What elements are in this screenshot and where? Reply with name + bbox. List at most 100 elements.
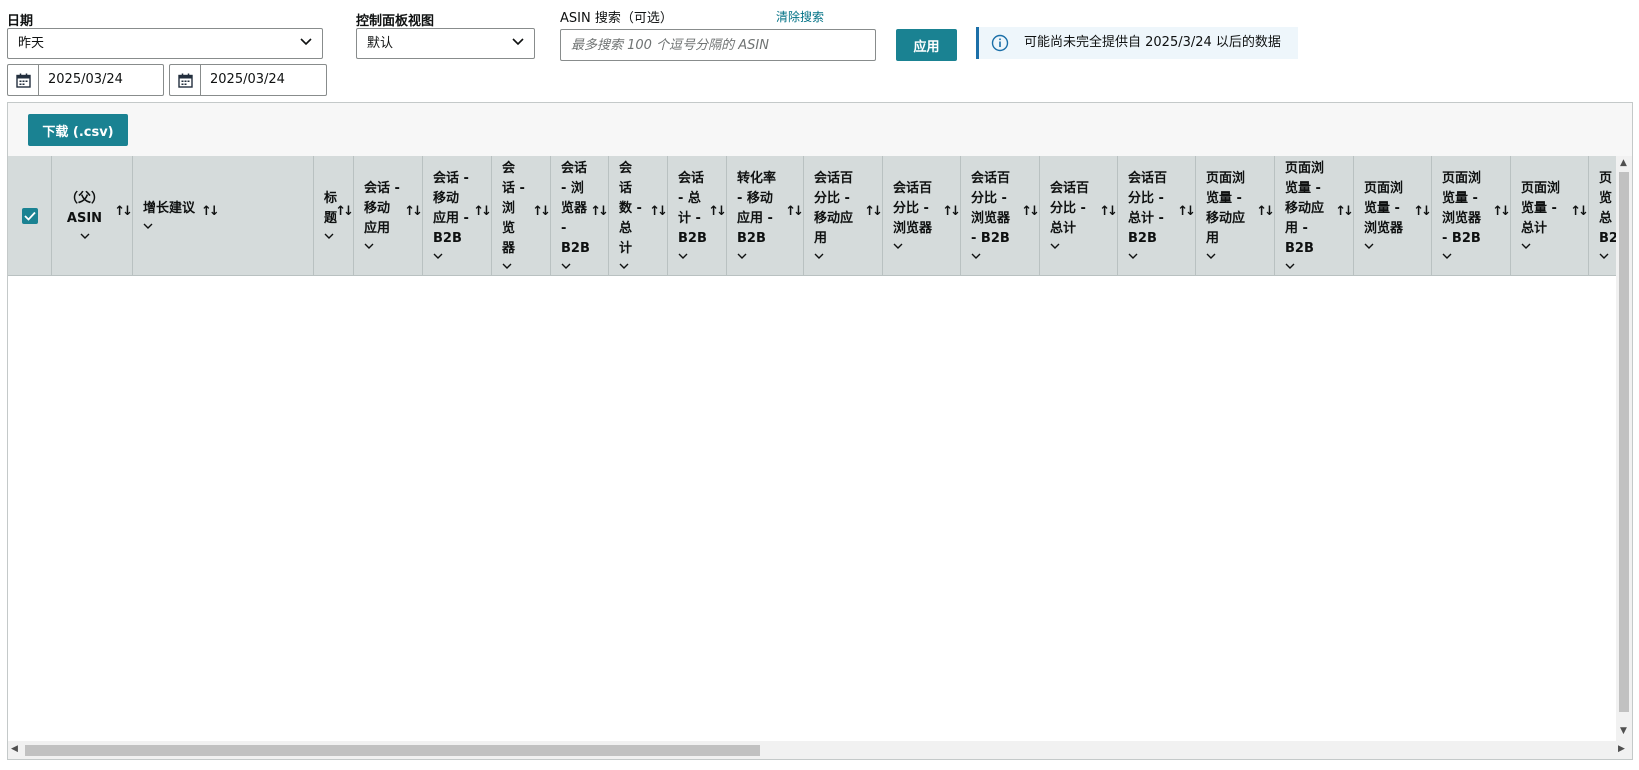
checkmark-icon — [24, 211, 36, 221]
sort-icon[interactable]: ↑↓ — [335, 204, 354, 219]
date-range-value: 昨天 — [18, 36, 45, 51]
column-header-label: 会话 - 移动 应用 - B2B — [433, 171, 469, 246]
chevron-down-icon[interactable] — [433, 253, 443, 259]
column-header[interactable]: （父） ASIN ↑↓ — [52, 156, 133, 276]
sort-icon[interactable]: ↑↓ — [1021, 204, 1040, 219]
chevron-down-icon[interactable] — [1521, 243, 1531, 249]
sort-icon[interactable]: ↑↓ — [708, 204, 727, 219]
column-header[interactable]: 会 话 数 - 总 计 ↑↓ — [609, 156, 668, 276]
chevron-down-icon — [300, 38, 312, 46]
column-header-label: 转化率 - 移动 应用 - B2B — [737, 171, 777, 246]
chevron-down-icon[interactable] — [1128, 253, 1138, 259]
sort-icon[interactable]: ↑↓ — [532, 204, 551, 219]
column-header[interactable]: 会话 - 移动 应用 ↑↓ — [354, 156, 423, 276]
column-header[interactable]: 会话 - 浏 览器 - B2B ↑↓ — [551, 156, 609, 276]
horizontal-scroll-thumb[interactable] — [25, 745, 760, 756]
column-header-label: 会话百 分比 - 移动应 用 — [814, 171, 854, 246]
chevron-down-icon[interactable] — [80, 233, 90, 239]
sort-icon[interactable]: ↑↓ — [1492, 204, 1511, 219]
chevron-down-icon[interactable] — [737, 253, 747, 259]
chevron-down-icon[interactable] — [1442, 253, 1452, 259]
select-all-header — [8, 156, 52, 276]
column-header-label: （父） ASIN — [64, 191, 104, 226]
sort-icon[interactable]: ↑↓ — [404, 204, 423, 219]
chevron-down-icon[interactable] — [143, 223, 153, 229]
horizontal-scrollbar[interactable]: ◀ ▶ — [8, 741, 1632, 759]
start-date-field[interactable]: 2025/03/24 — [7, 64, 164, 96]
column-header[interactable]: 会话百 分比 - 浏览器 - B2B ↑↓ — [961, 156, 1040, 276]
scroll-left-arrow-icon[interactable]: ◀ — [11, 744, 18, 754]
date-range-select[interactable]: 昨天 — [7, 28, 323, 59]
column-header[interactable]: 会话 - 移动 应用 - B2B ↑↓ — [423, 156, 492, 276]
column-header[interactable]: 会话百 分比 - 总计 - B2B ↑↓ — [1118, 156, 1196, 276]
column-header-label: 页面浏 览量 - 浏览器 - B2B — [1442, 171, 1482, 246]
info-notice-text: 可能尚未完全提供自 2025/3/24 以后的数据 — [1024, 35, 1281, 50]
column-header-label: 会话百 分比 - 浏览器 - B2B — [971, 171, 1011, 246]
column-header[interactable]: 会话百 分比 - 浏览器 ↑↓ — [883, 156, 961, 276]
scroll-right-arrow-icon[interactable]: ▶ — [1618, 744, 1625, 754]
apply-button[interactable]: 应用 — [896, 29, 957, 61]
column-header[interactable]: 页面浏 览量 - 浏览器 ↑↓ — [1354, 156, 1432, 276]
sort-icon[interactable]: ↑↓ — [1177, 204, 1196, 219]
chevron-down-icon[interactable] — [1364, 243, 1374, 249]
dashboard-view-select[interactable]: 默认 — [356, 28, 535, 59]
sort-icon[interactable]: ↑↓ — [1570, 204, 1589, 219]
column-header-label: 会话百 分比 - 总计 — [1050, 181, 1090, 236]
calendar-icon[interactable] — [170, 65, 201, 95]
chevron-down-icon[interactable] — [678, 253, 688, 259]
scroll-up-arrow-icon[interactable]: ▲ — [1620, 158, 1627, 168]
vertical-scrollbar[interactable]: ▲ ▼ — [1616, 156, 1632, 741]
column-header[interactable]: 标 题 ↑↓ — [314, 156, 354, 276]
column-header-label: 页面浏 览量 - 移动应 用 — [1206, 171, 1246, 246]
vertical-scroll-thumb[interactable] — [1619, 172, 1629, 712]
column-header-label: 增长建议 — [143, 201, 196, 216]
chevron-down-icon[interactable] — [619, 263, 629, 269]
column-header[interactable]: 页面浏 览量 - 移动应 用 - B2B ↑↓ — [1275, 156, 1354, 276]
end-date-field[interactable]: 2025/03/24 — [169, 64, 327, 96]
sort-icon[interactable]: ↑↓ — [201, 204, 220, 219]
select-all-checkbox[interactable] — [22, 208, 38, 224]
column-header[interactable]: 页面浏 览量 - 移动应 用 ↑↓ — [1196, 156, 1275, 276]
column-header[interactable]: 增长建议 ↑↓ — [133, 156, 314, 276]
column-header[interactable]: 会 话 - 浏 览 器 ↑↓ — [492, 156, 551, 276]
chevron-down-icon[interactable] — [1206, 253, 1216, 259]
column-header-label: 会话 - 浏 览器 - B2B — [561, 161, 590, 256]
sort-icon[interactable]: ↑↓ — [1413, 204, 1432, 219]
column-header[interactable]: 转化率 - 移动 应用 - B2B ↑↓ — [727, 156, 804, 276]
chevron-down-icon[interactable] — [971, 253, 981, 259]
calendar-icon[interactable] — [8, 65, 39, 95]
download-csv-button[interactable]: 下载 (.csv) — [28, 114, 128, 146]
sort-icon[interactable]: ↑↓ — [1256, 204, 1275, 219]
sort-icon[interactable]: ↑↓ — [942, 204, 961, 219]
chevron-down-icon[interactable] — [324, 233, 334, 239]
scroll-down-arrow-icon[interactable]: ▼ — [1620, 726, 1627, 736]
chevron-down-icon[interactable] — [893, 243, 903, 249]
sort-icon[interactable]: ↑↓ — [590, 204, 609, 219]
sort-icon[interactable]: ↑↓ — [1099, 204, 1118, 219]
chevron-down-icon[interactable] — [814, 253, 824, 259]
sort-icon[interactable]: ↑↓ — [649, 204, 668, 219]
chevron-down-icon[interactable] — [364, 243, 374, 249]
chevron-down-icon[interactable] — [502, 263, 512, 269]
chevron-down-icon[interactable] — [1599, 253, 1609, 259]
column-header[interactable]: 会话百 分比 - 移动应 用 ↑↓ — [804, 156, 883, 276]
sort-icon[interactable]: ↑↓ — [785, 204, 804, 219]
column-header[interactable]: 会话 - 总 计 - B2B ↑↓ — [668, 156, 727, 276]
sort-icon[interactable]: ↑↓ — [114, 204, 133, 219]
column-header[interactable]: 页面浏 览量 - 总计 ↑↓ — [1511, 156, 1589, 276]
column-header-label: 会话百 分比 - 总计 - B2B — [1128, 171, 1168, 246]
chevron-down-icon — [512, 38, 524, 46]
chevron-down-icon[interactable] — [1050, 243, 1060, 249]
asin-search-input[interactable] — [560, 29, 876, 61]
sort-icon[interactable]: ↑↓ — [864, 204, 883, 219]
chevron-down-icon[interactable] — [1285, 263, 1295, 269]
column-header[interactable]: 会话百 分比 - 总计 ↑↓ — [1040, 156, 1118, 276]
chevron-down-icon[interactable] — [561, 263, 571, 269]
column-header-label: 会话 - 总 计 - B2B — [678, 171, 707, 246]
clear-search-link[interactable]: 清除搜索 — [776, 8, 824, 25]
sort-icon[interactable]: ↑↓ — [1335, 204, 1354, 219]
sort-icon[interactable]: ↑↓ — [473, 204, 492, 219]
column-header[interactable]: 页面浏 览量 - 浏览器 - B2B ↑↓ — [1432, 156, 1511, 276]
column-header-label: 页 览 总 B2 — [1599, 171, 1616, 246]
column-header[interactable]: 页 览 总 B2 — [1589, 156, 1616, 276]
